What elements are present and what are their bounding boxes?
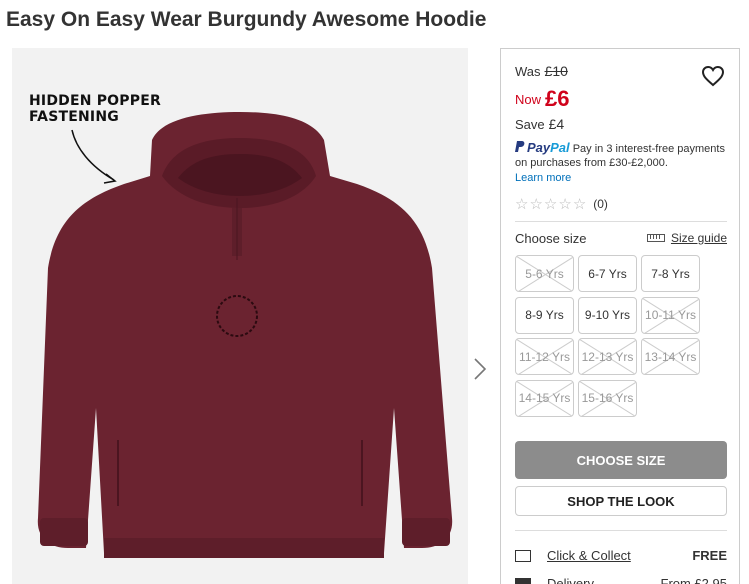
size-label: 5-6 Yrs (525, 266, 564, 281)
size-option-7-8-yrs[interactable]: 7-8 Yrs (641, 255, 700, 292)
choose-size-button[interactable]: CHOOSE SIZE (515, 441, 727, 479)
save-value: £4 (548, 116, 565, 132)
product-purchase-panel: Was £10 Now £6 Save £4 PayPal Pay in 3 inte… (500, 48, 740, 584)
star-icon: ☆ (543, 196, 558, 213)
callout-line-2: FASTENING (29, 109, 119, 125)
size-option-14-15-yrs: 14-15 Yrs (515, 379, 574, 417)
choose-size-heading: Choose size (515, 231, 587, 246)
paypal-logo-pay: Pay (527, 140, 551, 155)
size-label: 13-14 Yrs (644, 349, 697, 364)
size-label: 10-11 Yrs (645, 308, 696, 322)
heart-icon[interactable] (701, 65, 725, 87)
size-option-12-13-yrs: 12-13 Yrs (578, 338, 637, 375)
save-price: Save £4 (515, 116, 564, 132)
review-count: (0) (593, 197, 608, 211)
store-icon (515, 549, 531, 562)
paypal-logo: PayPal (515, 140, 570, 155)
was-price: Was £10 (515, 63, 568, 79)
callout-line-1: HIDDEN POPPER (29, 93, 161, 109)
size-header: Choose size Size guide (515, 231, 727, 246)
truck-icon (515, 577, 531, 584)
page-title: Easy On Easy Wear Burgundy Awesome Hoodi… (6, 8, 487, 31)
now-label: Now (515, 92, 542, 107)
paypal-icon (515, 141, 525, 152)
image-callout: HIDDEN POPPER FASTENING (29, 93, 161, 125)
size-label: 12-13 Yrs (581, 349, 634, 364)
size-option-10-11-yrs: 10-11 Yrs (641, 296, 700, 334)
size-option-9-10-yrs[interactable]: 9-10 Yrs (578, 296, 637, 334)
star-icon: ☆ (572, 196, 587, 213)
product-image-gallery[interactable]: HIDDEN POPPER FASTENING (12, 48, 468, 584)
delivery-link[interactable]: Delivery (547, 576, 594, 584)
was-label: Was (515, 64, 541, 79)
divider (515, 221, 727, 222)
size-option-6-7-yrs[interactable]: 6-7 Yrs (578, 255, 637, 292)
chevron-right-icon[interactable] (470, 355, 490, 383)
size-option-5-6-yrs: 5-6 Yrs (515, 255, 574, 292)
product-image (37, 112, 453, 558)
ruler-icon (646, 234, 665, 242)
was-value: £10 (544, 63, 568, 79)
star-icon: ☆ (558, 196, 572, 213)
click-collect-link[interactable]: Click & Collect (547, 548, 631, 563)
star-icon: ☆ (529, 196, 543, 213)
size-label: 11-12 Yrs (519, 349, 570, 364)
star-icon: ☆ (515, 196, 529, 213)
divider (515, 530, 727, 531)
delivery-row: Delivery From £2.95 (515, 576, 727, 584)
click-collect-row: Click & Collect FREE (515, 548, 727, 563)
paypal-logo-pal: Pal (550, 140, 570, 155)
save-label: Save (515, 117, 545, 132)
size-option-15-16-yrs: 15-16 Yrs (578, 379, 637, 417)
size-label: 14-15 Yrs (518, 391, 571, 405)
click-collect-price: FREE (692, 548, 727, 563)
size-option-13-14-yrs: 13-14 Yrs (641, 338, 700, 375)
paypal-banner: PayPal Pay in 3 interest-free payments o… (515, 141, 735, 185)
rating-stars[interactable]: ☆ ☆ ☆ ☆ ☆ (0) (515, 195, 608, 213)
size-guide-link[interactable]: Size guide (646, 231, 727, 245)
size-option-11-12-yrs: 11-12 Yrs (515, 338, 574, 375)
learn-more-link[interactable]: Learn more (515, 171, 735, 185)
size-guide-label: Size guide (670, 231, 727, 245)
size-label: 15-16 Yrs (581, 391, 634, 405)
now-price: Now £6 (515, 86, 570, 112)
now-value: £6 (545, 86, 570, 111)
shop-the-look-button[interactable]: SHOP THE LOOK (515, 486, 727, 516)
size-option-8-9-yrs[interactable]: 8-9 Yrs (515, 296, 574, 334)
delivery-price: From £2.95 (660, 576, 727, 584)
